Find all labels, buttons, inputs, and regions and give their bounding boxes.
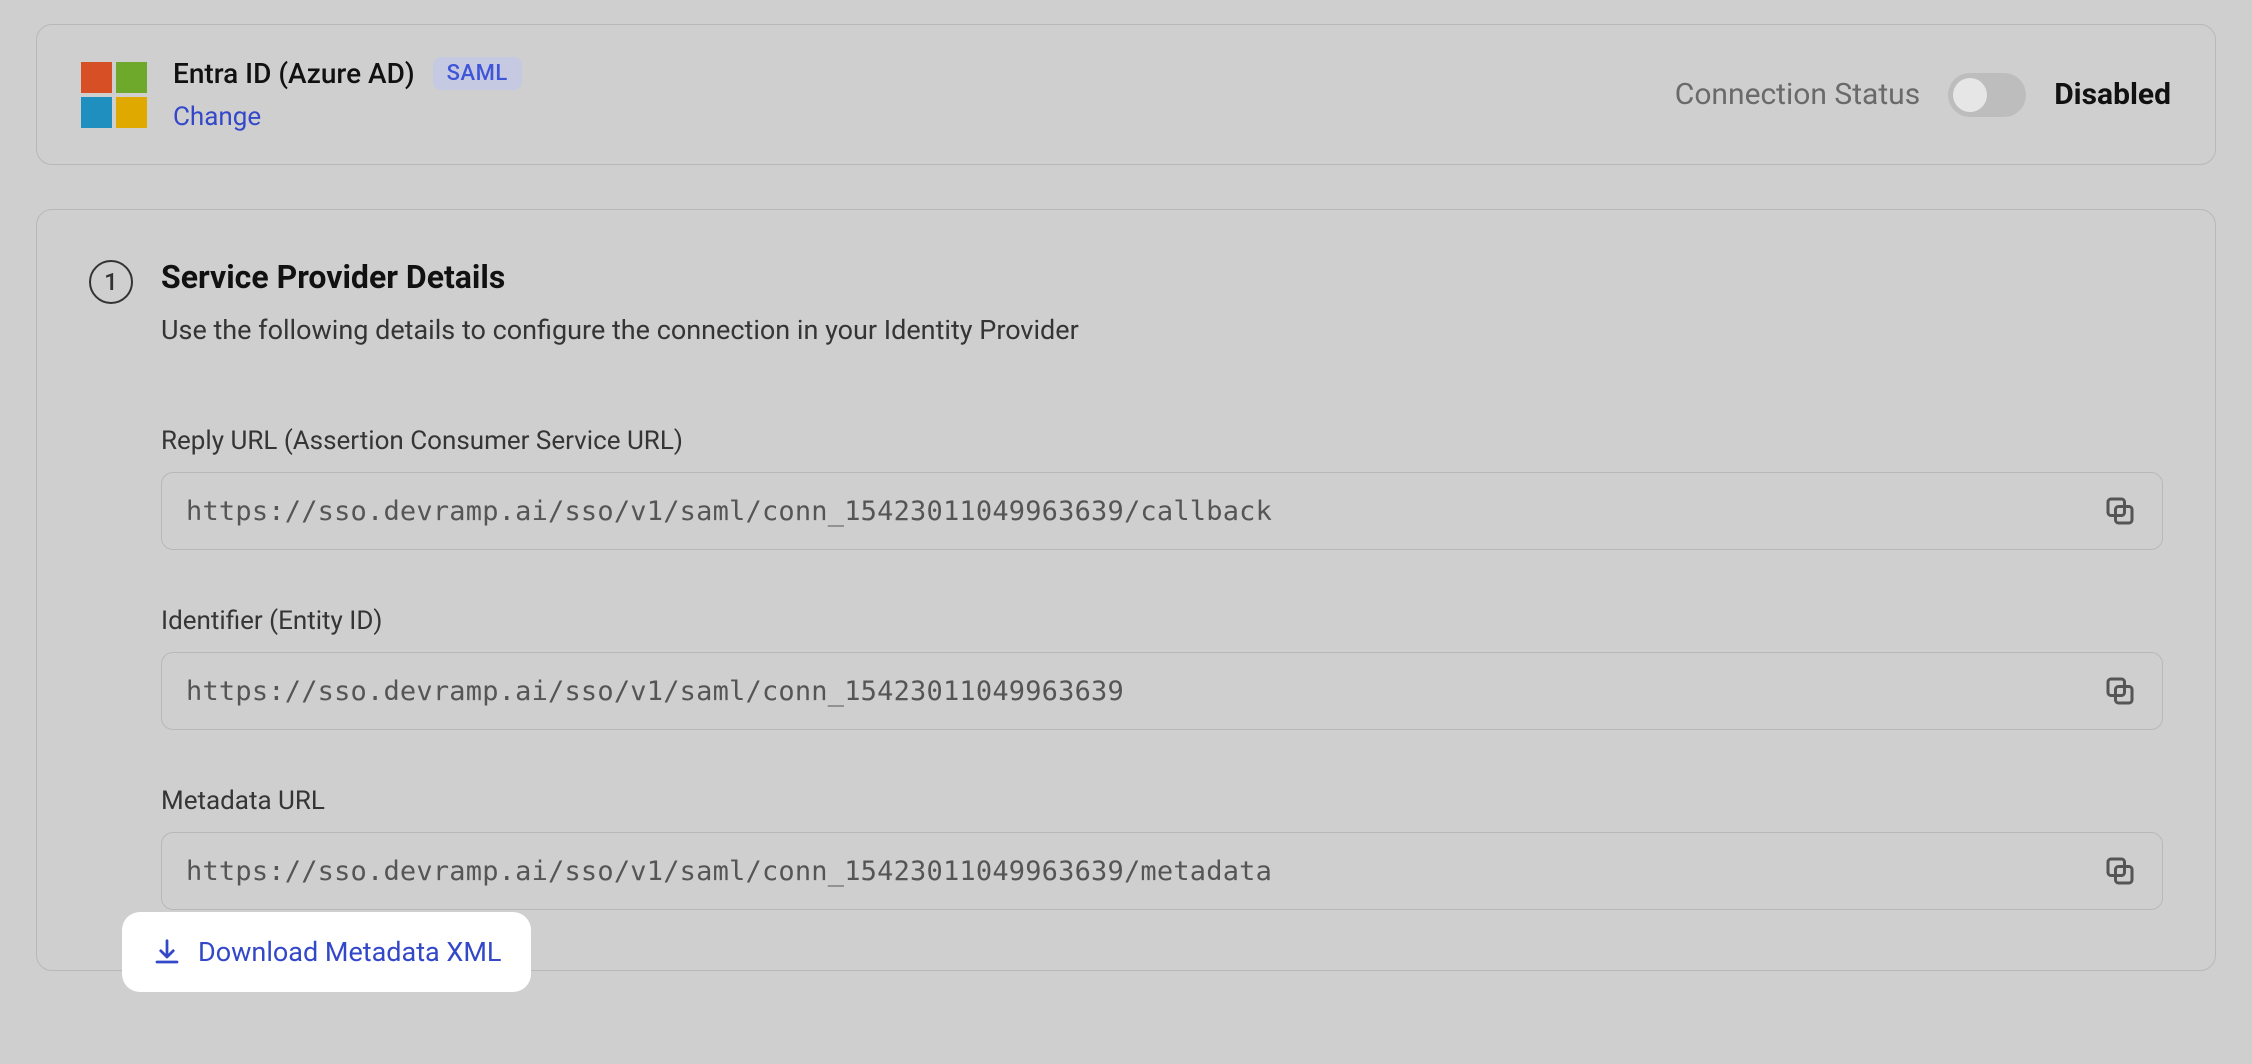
- step-number-badge: 1: [89, 260, 133, 304]
- field-metadata-url: Metadata URL https://sso.devramp.ai/sso/…: [161, 786, 2163, 910]
- header-right: Connection Status Disabled: [1675, 73, 2171, 117]
- field-value: https://sso.devramp.ai/sso/v1/saml/conn_…: [186, 856, 1272, 887]
- copy-icon[interactable]: [2102, 493, 2138, 529]
- step-row: 1 Service Provider Details Use the follo…: [89, 258, 2163, 910]
- download-metadata-link[interactable]: Download Metadata XML: [122, 912, 531, 992]
- change-provider-link[interactable]: Change: [173, 102, 522, 132]
- connection-header-card: Entra ID (Azure AD) SAML Change Connecti…: [36, 24, 2216, 165]
- field-box: https://sso.devramp.ai/sso/v1/saml/conn_…: [161, 652, 2163, 730]
- provider-name: Entra ID (Azure AD): [173, 57, 415, 90]
- provider-title-row: Entra ID (Azure AD) SAML: [173, 57, 522, 90]
- service-provider-details-card: 1 Service Provider Details Use the follo…: [36, 209, 2216, 971]
- connection-status-value: Disabled: [2054, 77, 2171, 112]
- header-left: Entra ID (Azure AD) SAML Change: [81, 57, 522, 132]
- microsoft-logo-icon: [81, 62, 147, 128]
- field-value: https://sso.devramp.ai/sso/v1/saml/conn_…: [186, 496, 1272, 527]
- connection-status-toggle[interactable]: [1948, 73, 2026, 117]
- field-value: https://sso.devramp.ai/sso/v1/saml/conn_…: [186, 676, 1124, 707]
- field-box: https://sso.devramp.ai/sso/v1/saml/conn_…: [161, 472, 2163, 550]
- step-content: Service Provider Details Use the followi…: [161, 258, 2163, 910]
- header-titles: Entra ID (Azure AD) SAML Change: [173, 57, 522, 132]
- field-label: Metadata URL: [161, 786, 2163, 816]
- field-reply-url: Reply URL (Assertion Consumer Service UR…: [161, 426, 2163, 550]
- protocol-badge: SAML: [433, 57, 522, 90]
- copy-icon[interactable]: [2102, 853, 2138, 889]
- connection-status-label: Connection Status: [1675, 77, 1920, 112]
- field-label: Reply URL (Assertion Consumer Service UR…: [161, 426, 2163, 456]
- field-identifier: Identifier (Entity ID) https://sso.devra…: [161, 606, 2163, 730]
- section-title: Service Provider Details: [161, 258, 2163, 296]
- section-description: Use the following details to configure t…: [161, 314, 2163, 346]
- download-icon: [152, 937, 182, 967]
- copy-icon[interactable]: [2102, 673, 2138, 709]
- field-label: Identifier (Entity ID): [161, 606, 2163, 636]
- download-metadata-label: Download Metadata XML: [198, 936, 501, 968]
- fields-container: Reply URL (Assertion Consumer Service UR…: [161, 426, 2163, 910]
- field-box: https://sso.devramp.ai/sso/v1/saml/conn_…: [161, 832, 2163, 910]
- toggle-knob: [1953, 78, 1987, 112]
